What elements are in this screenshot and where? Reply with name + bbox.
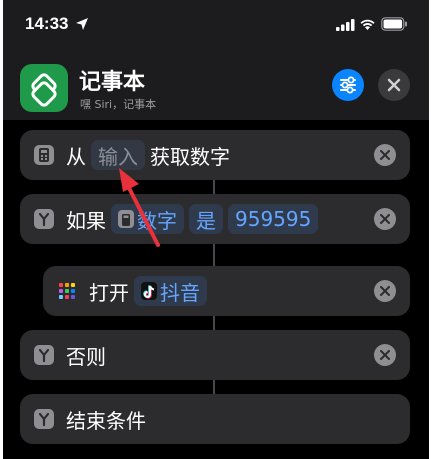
remove-action-button[interactable] (374, 208, 396, 230)
branch-icon (34, 209, 54, 229)
shortcut-title[interactable]: 记事本 (79, 64, 145, 96)
branch-icon (34, 409, 54, 429)
action-label: 从 (66, 144, 86, 169)
app-token[interactable]: 抖音 (134, 276, 207, 306)
action-otherwise[interactable]: 否则 (20, 330, 410, 380)
remove-action-button[interactable] (374, 280, 396, 302)
remove-icon (380, 214, 390, 224)
remove-icon (380, 286, 390, 296)
branch-icon (34, 345, 54, 365)
flow-connector (213, 180, 215, 194)
wifi-icon (360, 19, 375, 30)
app-grid-icon (57, 281, 77, 301)
condition-operator-token[interactable]: 是 (189, 204, 223, 234)
signal-icon (336, 19, 355, 31)
phone-screen: 14:33 记事本 嘿 Siri，记事本 从 输入 获取数字 如果 数字 是 9… (3, 0, 429, 459)
remove-action-button[interactable] (374, 144, 396, 166)
remove-action-button[interactable] (374, 344, 396, 366)
calculator-icon (34, 145, 54, 165)
action-label: 如果 (66, 208, 106, 233)
status-bar: 14:33 (3, 0, 429, 50)
close-icon (387, 78, 401, 92)
battery-icon (381, 17, 407, 31)
action-open-app[interactable]: 打开 抖音 (43, 266, 410, 316)
action-label: 打开 (89, 280, 129, 305)
close-button[interactable] (378, 69, 410, 101)
action-if[interactable]: 如果 数字 是 959595 (20, 194, 410, 244)
flow-connector (213, 316, 215, 330)
action-get-number[interactable]: 从 输入 获取数字 (20, 130, 410, 180)
remove-icon (380, 350, 390, 360)
flow-connector (213, 380, 215, 394)
action-label: 否则 (66, 344, 106, 369)
sliders-icon (340, 76, 356, 94)
action-end-if[interactable]: 结束条件 (20, 394, 410, 444)
flow-connector (213, 244, 215, 266)
shortcuts-app-icon[interactable] (20, 64, 68, 112)
shortcut-header: 记事本 嘿 Siri，记事本 (3, 56, 429, 116)
tiktok-icon (141, 282, 157, 300)
status-time: 14:33 (25, 14, 69, 33)
token-label: 抖音 (160, 280, 200, 305)
action-label: 结束条件 (66, 408, 146, 433)
remove-icon (380, 150, 390, 160)
action-list: 从 输入 获取数字 如果 数字 是 959595 打开 抖音 否则 结束条件 (3, 120, 429, 459)
condition-value-token[interactable]: 959595 (228, 204, 319, 234)
annotation-arrow (119, 168, 160, 247)
settings-button[interactable] (332, 69, 364, 101)
siri-phrase: 嘿 Siri，记事本 (80, 98, 157, 111)
location-arrow-icon (76, 18, 88, 30)
